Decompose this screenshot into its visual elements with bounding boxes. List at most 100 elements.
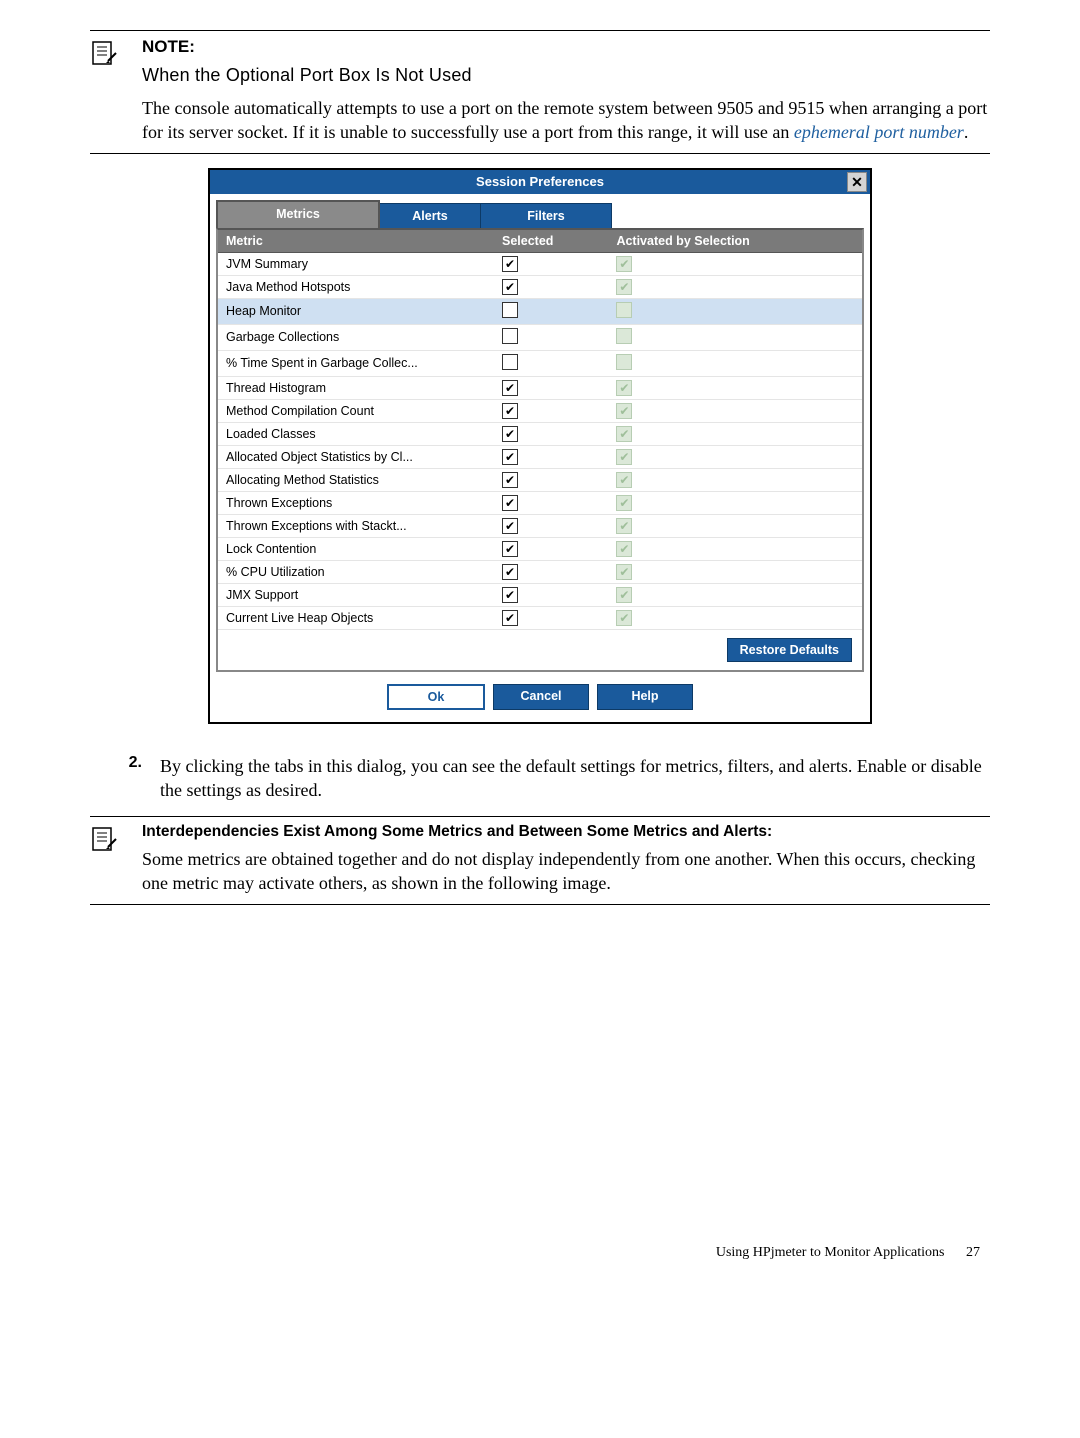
table-row[interactable]: Current Live Heap Objects ✔ ✔ xyxy=(218,606,862,629)
metric-name: Current Live Heap Objects xyxy=(218,606,494,629)
table-row[interactable]: Thrown Exceptions with Stackt...✔✔ xyxy=(218,514,862,537)
selected-checkbox[interactable]: ✔ xyxy=(502,449,518,465)
ok-button[interactable]: Ok xyxy=(387,684,485,710)
table-row[interactable]: Garbage Collections xyxy=(218,324,862,350)
activated-cell: ✔ xyxy=(608,399,862,422)
help-button[interactable]: Help xyxy=(597,684,693,710)
activated-cell: ✔ xyxy=(608,537,862,560)
selected-cell xyxy=(494,350,608,376)
metrics-table: Metric Selected Activated by Selection J… xyxy=(218,230,862,630)
dialog-title: Session Preferences xyxy=(476,174,604,189)
activated-checkbox: ✔ xyxy=(616,610,632,626)
selected-checkbox[interactable]: ✔ xyxy=(502,495,518,511)
activated-checkbox: ✔ xyxy=(616,449,632,465)
activated-cell: ✔ xyxy=(608,606,862,629)
selected-checkbox[interactable] xyxy=(502,328,518,344)
table-row[interactable]: Method Compilation Count ✔ ✔ xyxy=(218,399,862,422)
activated-cell: ✔ xyxy=(608,376,862,399)
activated-cell: ✔ xyxy=(608,491,862,514)
metric-name: Method Compilation Count xyxy=(218,399,494,422)
table-row[interactable]: % Time Spent in Garbage Collec... xyxy=(218,350,862,376)
activated-checkbox xyxy=(616,354,632,370)
metric-name: Heap Monitor xyxy=(218,298,494,324)
selected-cell xyxy=(494,324,608,350)
selected-cell: ✔ xyxy=(494,606,608,629)
table-row[interactable]: Allocating Method Statistics✔✔ xyxy=(218,468,862,491)
ephemeral-link[interactable]: ephemeral port number xyxy=(794,122,964,142)
note-subtitle: When the Optional Port Box Is Not Used xyxy=(142,65,990,86)
selected-checkbox[interactable]: ✔ xyxy=(502,541,518,557)
col-selected: Selected xyxy=(494,230,608,253)
step-number: 2. xyxy=(90,754,160,803)
activated-cell xyxy=(608,298,862,324)
metric-name: Thrown Exceptions xyxy=(218,491,494,514)
interdep-title: Interdependencies Exist Among Some Metri… xyxy=(142,823,990,841)
step-text: By clicking the tabs in this dialog, you… xyxy=(160,754,990,803)
table-row[interactable]: Loaded Classes ✔ ✔ xyxy=(218,422,862,445)
tab-filters[interactable]: Filters xyxy=(481,203,612,228)
selected-checkbox[interactable]: ✔ xyxy=(502,256,518,272)
metric-name: % Time Spent in Garbage Collec... xyxy=(218,350,494,376)
table-row[interactable]: Allocated Object Statistics by Cl... ✔ ✔ xyxy=(218,445,862,468)
tab-alerts[interactable]: Alerts xyxy=(380,203,481,228)
metric-name: Lock Contention xyxy=(218,537,494,560)
selected-checkbox[interactable]: ✔ xyxy=(502,279,518,295)
activated-checkbox: ✔ xyxy=(616,541,632,557)
activated-checkbox: ✔ xyxy=(616,495,632,511)
selected-cell: ✔ xyxy=(494,560,608,583)
col-metric: Metric xyxy=(218,230,494,253)
selected-cell: ✔ xyxy=(494,583,608,606)
metric-name: JVM Summary xyxy=(218,252,494,275)
table-row[interactable]: JVM Summary ✔ ✔ xyxy=(218,252,862,275)
activated-cell: ✔ xyxy=(608,468,862,491)
table-row[interactable]: % CPU Utilization ✔ ✔ xyxy=(218,560,862,583)
selected-checkbox[interactable]: ✔ xyxy=(502,564,518,580)
interdep-note-block: Interdependencies Exist Among Some Metri… xyxy=(90,816,990,905)
close-button[interactable]: ✕ xyxy=(847,172,867,192)
interdep-text: Some metrics are obtained together and d… xyxy=(142,847,990,896)
metric-name: Java Method Hotspots xyxy=(218,275,494,298)
activated-checkbox: ✔ xyxy=(616,564,632,580)
table-row[interactable]: Lock Contention ✔ ✔ xyxy=(218,537,862,560)
activated-cell: ✔ xyxy=(608,514,862,537)
activated-checkbox: ✔ xyxy=(616,256,632,272)
selected-cell: ✔ xyxy=(494,422,608,445)
activated-checkbox: ✔ xyxy=(616,472,632,488)
selected-checkbox[interactable] xyxy=(502,302,518,318)
selected-cell: ✔ xyxy=(494,537,608,560)
activated-checkbox: ✔ xyxy=(616,587,632,603)
selected-cell: ✔ xyxy=(494,468,608,491)
activated-cell: ✔ xyxy=(608,252,862,275)
selected-checkbox[interactable]: ✔ xyxy=(502,587,518,603)
metric-name: % CPU Utilization xyxy=(218,560,494,583)
selected-checkbox[interactable]: ✔ xyxy=(502,472,518,488)
table-row[interactable]: JMX Support ✔ ✔ xyxy=(218,583,862,606)
table-row[interactable]: Heap Monitor xyxy=(218,298,862,324)
selected-checkbox[interactable] xyxy=(502,354,518,370)
selected-cell: ✔ xyxy=(494,445,608,468)
metric-name: Allocated Object Statistics by Cl... xyxy=(218,445,494,468)
metric-name: Thread Histogram xyxy=(218,376,494,399)
tab-metrics[interactable]: Metrics xyxy=(216,200,380,228)
selected-cell: ✔ xyxy=(494,252,608,275)
cancel-button[interactable]: Cancel xyxy=(493,684,589,710)
footer-page: 27 xyxy=(966,1245,980,1261)
activated-cell: ✔ xyxy=(608,583,862,606)
selected-checkbox[interactable]: ✔ xyxy=(502,610,518,626)
selected-checkbox[interactable]: ✔ xyxy=(502,380,518,396)
selected-checkbox[interactable]: ✔ xyxy=(502,518,518,534)
metric-name: JMX Support xyxy=(218,583,494,606)
selected-checkbox[interactable]: ✔ xyxy=(502,403,518,419)
table-row[interactable]: Java Method Hotspots✔✔ xyxy=(218,275,862,298)
table-row[interactable]: Thread Histogram ✔ ✔ xyxy=(218,376,862,399)
activated-checkbox: ✔ xyxy=(616,380,632,396)
table-row[interactable]: Thrown Exceptions ✔ ✔ xyxy=(218,491,862,514)
activated-cell: ✔ xyxy=(608,445,862,468)
session-preferences-dialog: Session Preferences ✕ Metrics Alerts Fil… xyxy=(208,168,872,724)
activated-checkbox: ✔ xyxy=(616,426,632,442)
close-icon: ✕ xyxy=(851,175,863,189)
footer-title: Using HPjmeter to Monitor Applications xyxy=(716,1245,945,1260)
restore-defaults-button[interactable]: Restore Defaults xyxy=(727,638,852,662)
metric-name: Loaded Classes xyxy=(218,422,494,445)
selected-checkbox[interactable]: ✔ xyxy=(502,426,518,442)
